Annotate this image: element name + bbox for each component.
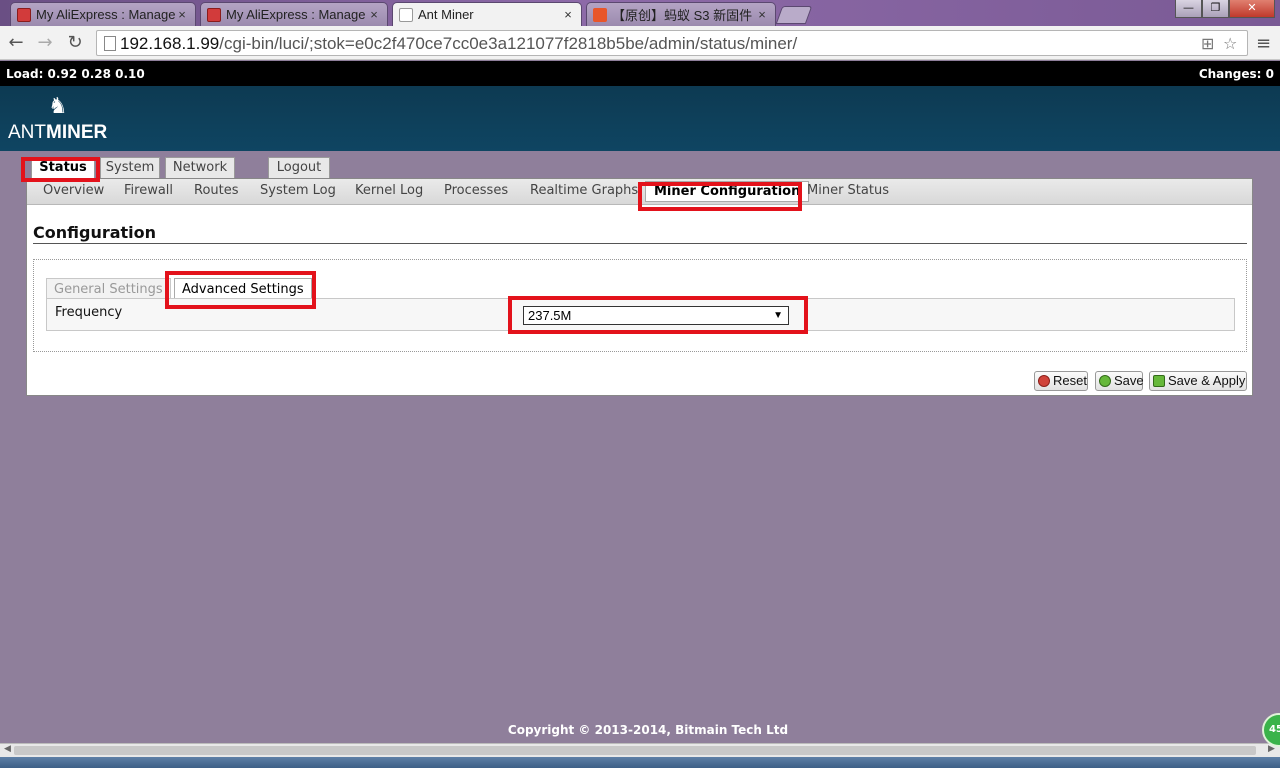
url-host: 192.168.1.99 (120, 34, 220, 53)
horizontal-scrollbar[interactable]: ◀ ▶ (0, 743, 1280, 757)
logo-text-bold: MINER (46, 122, 108, 143)
minimize-window-button[interactable]: — (1175, 0, 1202, 18)
subnav-miner-configuration[interactable]: Miner Configuration (645, 181, 810, 202)
url-text[interactable]: 192.168.1.99/cgi-bin/luci/;stok=e0c2f470… (120, 34, 797, 54)
back-icon[interactable]: ← (5, 32, 27, 54)
browser-tab-title: Ant Miner (418, 7, 474, 22)
page-header: ♞ ANTMINER (0, 86, 1280, 151)
subnav-miner-status[interactable]: Miner Status (807, 183, 889, 198)
changes-counter[interactable]: Changes: 0 (1199, 67, 1274, 81)
menu-tab-system[interactable]: System (100, 157, 160, 179)
save-label: Save (1114, 373, 1144, 388)
frequency-select[interactable]: 237.5M ▼ (523, 306, 789, 325)
subnav-processes[interactable]: Processes (444, 183, 508, 198)
save-button[interactable]: Save (1095, 371, 1144, 391)
subnav-realtime-graphs[interactable]: Realtime Graphs (530, 183, 638, 198)
floating-badge[interactable]: 45 (1262, 713, 1280, 747)
browser-tab[interactable]: 【原创】蚂蚁 S3 新固件 × (586, 2, 776, 26)
bookmark-star-icon[interactable]: ☆ (1223, 34, 1237, 53)
browser-tab-strip: My AliExpress : Manage × My AliExpress :… (0, 0, 1280, 26)
subnav-overview[interactable]: Overview (43, 183, 104, 198)
load-average: Load: 0.92 0.28 0.10 (6, 67, 145, 81)
content-panel: Overview Firewall Routes System Log Kern… (26, 178, 1253, 396)
menu-tab-logout[interactable]: Logout (268, 157, 330, 179)
close-tab-icon[interactable]: × (755, 7, 769, 22)
reset-label: Reset (1053, 373, 1087, 388)
antminer-logo: ♞ ANTMINER (8, 94, 108, 144)
copyright-text: Copyright © 2013-2014, Bitmain Tech Ltd (507, 723, 789, 737)
subnav-system-log[interactable]: System Log (260, 183, 336, 198)
forward-icon[interactable]: → (34, 32, 56, 54)
close-tab-icon[interactable]: × (367, 7, 381, 22)
scroll-left-icon[interactable]: ◀ (4, 744, 11, 754)
browser-tab-title: My AliExpress : Manage (36, 7, 175, 22)
browser-tab-active[interactable]: Ant Miner × (392, 2, 582, 26)
advanced-settings-section: Frequency 237.5M ▼ (46, 298, 1235, 331)
aliexpress-icon (207, 7, 221, 22)
config-fieldset: General Settings Advanced Settings Frequ… (33, 259, 1247, 352)
logo-text: ANTMINER (8, 122, 107, 144)
address-bar[interactable]: 192.168.1.99/cgi-bin/luci/;stok=e0c2f470… (96, 30, 1248, 56)
close-tab-icon[interactable]: × (561, 7, 575, 22)
chevron-down-icon: ▼ (773, 310, 783, 321)
subnav-kernel-log[interactable]: Kernel Log (355, 183, 423, 198)
aliexpress-icon (17, 7, 31, 22)
apply-icon (1153, 375, 1165, 387)
save-apply-button[interactable]: Save & Apply (1149, 371, 1247, 391)
browser-tab-title: My AliExpress : Manage (226, 7, 366, 22)
load-status-bar: Load: 0.92 0.28 0.10 Changes: 0 (0, 61, 1280, 86)
scrollbar-thumb[interactable] (14, 746, 1256, 755)
menu-tab-network[interactable]: Network (165, 157, 235, 179)
page-icon (104, 36, 116, 51)
close-window-button[interactable]: ✕ (1229, 0, 1275, 18)
close-tab-icon[interactable]: × (175, 7, 189, 22)
os-taskbar (0, 757, 1280, 768)
browser-tab[interactable]: My AliExpress : Manage × (200, 2, 388, 26)
weibo-icon (593, 7, 607, 22)
ant-icon: ♞ (48, 94, 68, 119)
save-apply-label: Save & Apply (1168, 373, 1246, 388)
page-icon (399, 7, 413, 22)
browser-toolbar: ← → ↻ 192.168.1.99/cgi-bin/luci/;stok=e0… (0, 26, 1280, 60)
logo-text-thin: ANT (8, 122, 46, 143)
frequency-label: Frequency (55, 305, 123, 320)
page-title: Configuration (33, 223, 157, 242)
maximize-window-button[interactable]: ❐ (1202, 0, 1229, 18)
sub-navigation: Overview Firewall Routes System Log Kern… (27, 179, 1252, 205)
new-tab-button[interactable] (775, 6, 813, 24)
reset-icon (1038, 375, 1050, 387)
browser-menu-icon[interactable]: ≡ (1256, 33, 1271, 54)
subnav-routes[interactable]: Routes (194, 183, 239, 198)
reset-button[interactable]: Reset (1034, 371, 1088, 391)
url-path: /cgi-bin/luci/;stok=e0c2f470ce7cc0e3a121… (219, 34, 798, 53)
browser-tab-title: 【原创】蚂蚁 S3 新固件 (612, 8, 753, 23)
reload-icon[interactable]: ↻ (64, 32, 86, 54)
title-divider (33, 243, 1247, 244)
save-icon (1099, 375, 1111, 387)
browser-tab[interactable]: My AliExpress : Manage × (10, 2, 196, 26)
frequency-value: 237.5M (528, 308, 572, 323)
menu-tab-status[interactable]: Status (31, 157, 95, 179)
translate-icon[interactable]: ⊞ (1201, 34, 1214, 53)
subnav-firewall[interactable]: Firewall (124, 183, 173, 198)
